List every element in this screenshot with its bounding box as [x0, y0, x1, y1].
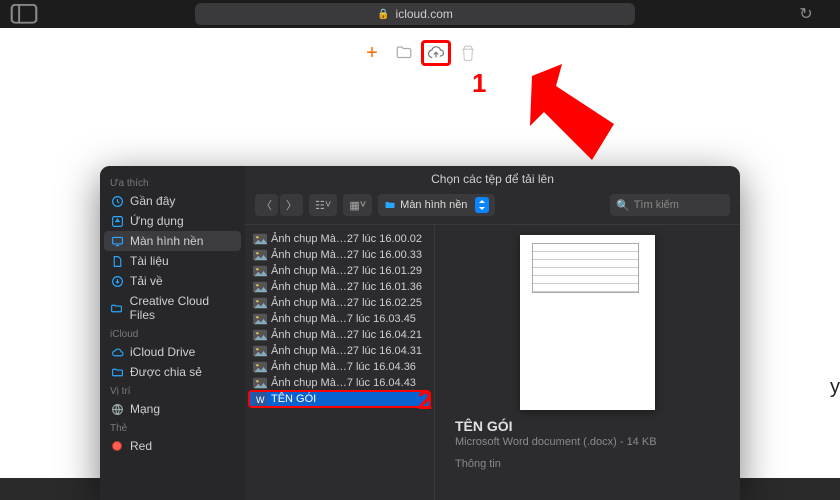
apps-icon [110, 214, 124, 228]
back-button[interactable]: 〈 [255, 194, 278, 216]
image-file-icon [253, 345, 267, 357]
sidebar-item-applications[interactable]: Ứng dụng [100, 211, 245, 231]
file-row[interactable]: Ảnh chụp Mà…7 lúc 16.04.43 [245, 375, 434, 391]
image-file-icon [253, 281, 267, 293]
finder-toolbar: 〈 〉 ☷ ˅ ▦ ˅ Màn hình nền 🔍 Tìm kiếm [245, 190, 740, 225]
cloud-icon [110, 345, 124, 359]
file-list-column[interactable]: Ảnh chụp Mà…27 lúc 16.00.02Ảnh chụp Mà…2… [245, 225, 435, 500]
lock-icon: 🔒 [377, 9, 389, 20]
file-row[interactable]: Ảnh chụp Mà…27 lúc 16.01.36 [245, 279, 434, 295]
grid-icon: ▦ [349, 199, 359, 212]
annotation-number-2: 2 [418, 385, 432, 416]
sidebar-item-icloud-drive[interactable]: iCloud Drive [100, 342, 245, 362]
url-field[interactable]: 🔒 icloud.com [195, 3, 635, 25]
sidebar-section-tags: Thẻ [100, 419, 245, 436]
word-doc-icon: W [253, 393, 267, 405]
svg-text:W: W [256, 395, 265, 405]
image-file-icon [253, 265, 267, 277]
file-picker-dialog: Ưa thích Gần đây Ứng dụng Màn hình nền T… [100, 166, 740, 500]
preview-info-label: Thông tin [455, 458, 720, 470]
dialog-title: Chọn các tệp để tải lên [245, 166, 740, 190]
chevron-right-icon: 〉 [286, 197, 297, 213]
tag-red-icon [110, 439, 124, 453]
icloud-toolbar: + [0, 28, 840, 78]
preview-meta: Microsoft Word document (.docx) - 14 KB [455, 436, 720, 448]
sidebar-item-tag-red[interactable]: Red [100, 436, 245, 456]
finder-sidebar: Ưa thích Gần đây Ứng dụng Màn hình nền T… [100, 166, 245, 500]
folder-icon [395, 44, 413, 62]
file-row[interactable]: Ảnh chụp Mà…27 lúc 16.01.29 [245, 263, 434, 279]
document-icon [110, 254, 124, 268]
upload-button[interactable] [421, 40, 451, 66]
columns-icon: ☷ [315, 199, 325, 212]
image-file-icon [253, 377, 267, 389]
preview-title: TÊN GÓI [455, 418, 720, 434]
trash-icon [459, 44, 477, 62]
search-placeholder: Tìm kiếm [634, 199, 679, 211]
folder-icon [110, 301, 124, 315]
plus-icon: + [366, 42, 378, 65]
background-text-fragment: y [830, 376, 840, 399]
file-row[interactable]: Ảnh chụp Mà…27 lúc 16.00.02 [245, 231, 434, 247]
sidebar-section-locations: Vị trí [100, 382, 245, 399]
file-row[interactable]: Ảnh chụp Mà…27 lúc 16.04.21 [245, 327, 434, 343]
dropdown-chevrons-icon [475, 197, 489, 213]
download-icon [110, 274, 124, 288]
image-file-icon [253, 233, 267, 245]
sidebar-section-favorites: Ưa thích [100, 174, 245, 191]
file-row[interactable]: Ảnh chụp Mà…7 lúc 16.03.45 [245, 311, 434, 327]
file-row[interactable]: Ảnh chụp Mà…27 lúc 16.04.31 [245, 343, 434, 359]
image-file-icon [253, 361, 267, 373]
file-row[interactable]: Ảnh chụp Mà…7 lúc 16.04.36 [245, 359, 434, 375]
finder-main: Chọn các tệp để tải lên 〈 〉 ☷ ˅ ▦ ˅ Màn … [245, 166, 740, 500]
cloud-upload-icon [427, 44, 445, 62]
image-file-icon [253, 297, 267, 309]
document-thumbnail [520, 235, 655, 410]
preview-pane: TÊN GÓI Microsoft Word document (.docx) … [435, 225, 740, 500]
new-item-button[interactable]: + [357, 40, 387, 66]
file-row[interactable]: Ảnh chụp Mà…27 lúc 16.02.25 [245, 295, 434, 311]
safari-address-bar: 🔒 icloud.com ↻ [0, 0, 840, 28]
folder-blue-icon [384, 199, 396, 211]
image-file-icon [253, 329, 267, 341]
folder-dropdown[interactable]: Màn hình nền [378, 194, 495, 216]
sidebar-item-documents[interactable]: Tài liệu [100, 251, 245, 271]
image-file-icon [253, 249, 267, 261]
shared-folder-icon [110, 365, 124, 379]
clock-icon [110, 194, 124, 208]
sidebar-section-icloud: iCloud [100, 325, 245, 342]
image-file-icon [253, 313, 267, 325]
reload-button[interactable]: ↻ [792, 4, 820, 24]
sidebar-item-network[interactable]: Mạng [100, 399, 245, 419]
search-icon: 🔍 [616, 199, 630, 212]
sidebar-item-desktop[interactable]: Màn hình nền [104, 231, 241, 251]
file-row[interactable]: Ảnh chụp Mà…27 lúc 16.00.33 [245, 247, 434, 263]
annotation-arrow [514, 64, 624, 174]
chevron-left-icon: 〈 [261, 197, 272, 213]
sidebar-toggle-button[interactable] [10, 5, 38, 23]
network-icon [110, 402, 124, 416]
url-host-text: icloud.com [396, 7, 453, 21]
sidebar-item-creative-cloud[interactable]: Creative Cloud Files [100, 291, 245, 325]
new-folder-button[interactable] [389, 40, 419, 66]
view-options-button[interactable]: ▦ ˅ [343, 194, 372, 216]
annotation-number-1: 1 [472, 68, 486, 99]
sidebar-item-shared[interactable]: Được chia sẻ [100, 362, 245, 382]
delete-button[interactable] [453, 40, 483, 66]
sidebar-item-recents[interactable]: Gần đây [100, 191, 245, 211]
file-row-selected[interactable]: WTÊN GÓI [249, 391, 430, 407]
search-input[interactable]: 🔍 Tìm kiếm [610, 194, 730, 216]
desktop-icon [110, 234, 124, 248]
sidebar-item-downloads[interactable]: Tải về [100, 271, 245, 291]
view-columns-button[interactable]: ☷ ˅ [309, 194, 337, 216]
forward-button[interactable]: 〉 [280, 194, 303, 216]
